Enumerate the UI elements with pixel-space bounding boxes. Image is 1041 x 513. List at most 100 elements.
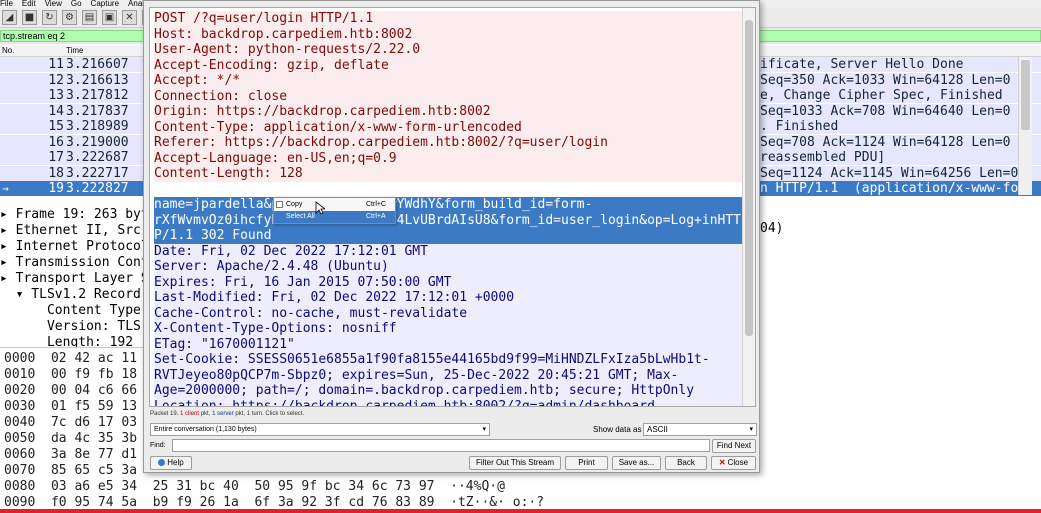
server-response-line[interactable]: Last-Modified: Fri, 02 Dec 2022 17:12:01… bbox=[154, 290, 742, 306]
hex-row: 0010 00 f9 fb 18 bbox=[4, 367, 137, 383]
detail-tree-item[interactable]: Version: TLS 1. bbox=[0, 319, 164, 335]
back-button[interactable]: Back bbox=[665, 456, 707, 470]
hex-offset: 0050 bbox=[4, 431, 36, 446]
menu-file[interactable]: File bbox=[0, 0, 13, 8]
find-input[interactable] bbox=[172, 439, 710, 452]
menu-edit[interactable]: Edit bbox=[22, 0, 36, 8]
find-label: Find: bbox=[150, 442, 166, 449]
hex-offset: 0070 bbox=[4, 463, 36, 478]
detail-tree-item[interactable]: ▸ Ethernet II, Src: bbox=[0, 223, 149, 239]
hex-bytes: 01 f5 59 13 bbox=[50, 399, 138, 414]
data-format-select[interactable]: ASCII ▾ bbox=[643, 423, 757, 436]
menu-item-select-all[interactable]: Select All Ctrl+A bbox=[274, 211, 395, 223]
hex-bytes: 7c d6 17 03 bbox=[50, 415, 138, 430]
server-response-line[interactable]: Set-Cookie: SSESS0651e6855a1f90fa8155e44… bbox=[154, 352, 742, 368]
server-response-line[interactable]: Location: https://backdrop.carpediem.htb… bbox=[154, 398, 742, 406]
server-response-line[interactable]: RVTJeyeo80pQCP7m-Sbpz0; expires=Sun, 25-… bbox=[154, 367, 742, 383]
hex-offset: 0080 bbox=[4, 479, 36, 494]
open-icon[interactable]: ▤ bbox=[82, 10, 97, 25]
packet-list-scrollbar[interactable] bbox=[1018, 57, 1032, 195]
server-response-line[interactable]: Date: Fri, 02 Dec 2022 17:12:01 GMT bbox=[154, 243, 742, 259]
packet-number: 13 bbox=[48, 88, 64, 103]
hex-ascii: ··4%Q·@ bbox=[434, 479, 505, 494]
close-icon: ✕ bbox=[718, 458, 726, 467]
server-response-line[interactable]: Server: Apache/2.4.48 (Ubuntu) bbox=[154, 259, 742, 275]
client-request-line[interactable]: Origin: https://backdrop.carpediem.htb:8… bbox=[154, 104, 742, 120]
options-icon[interactable]: ⚙ bbox=[62, 10, 77, 25]
chevron-down-icon: ▾ bbox=[482, 426, 486, 433]
server-response-line[interactable]: ETag: "1670001121" bbox=[154, 336, 742, 352]
close-button[interactable]: ✕ Close bbox=[711, 456, 756, 470]
packet-number: 17 bbox=[48, 150, 64, 165]
hex-row: 0050 da 4c 35 3b bbox=[4, 431, 137, 447]
shark-fin-icon[interactable]: ◢ bbox=[2, 10, 17, 25]
save-as-button[interactable]: Save as... bbox=[612, 456, 661, 470]
menu-view[interactable]: View bbox=[45, 0, 62, 8]
detail-tree-item[interactable]: ▸ Transmission Contr bbox=[0, 255, 157, 271]
detail-tree-item[interactable]: ▸ Internet Protocol bbox=[0, 239, 149, 255]
hex-row: 0020 00 04 c6 66 bbox=[4, 383, 137, 399]
client-request-line[interactable]: Connection: close bbox=[154, 88, 742, 104]
restart-icon[interactable]: ↻ bbox=[42, 10, 57, 25]
hex-offset: 0010 bbox=[4, 367, 36, 382]
selected-text-line[interactable]: P/1.1 302 Found bbox=[154, 228, 742, 244]
client-request-line[interactable]: User-Agent: python-requests/2.22.0 bbox=[154, 42, 742, 58]
packet-time: 3.219000 bbox=[66, 134, 129, 150]
stop-icon[interactable]: ■ bbox=[22, 10, 37, 25]
client-request-line[interactable]: Accept-Encoding: gzip, deflate bbox=[154, 57, 742, 73]
hex-ascii-area bbox=[760, 347, 1041, 513]
detail-tree-item[interactable]: Content Type: A bbox=[0, 303, 164, 319]
help-icon bbox=[158, 459, 166, 466]
hex-offset: 0060 bbox=[4, 447, 36, 462]
selected-text-line[interactable]: name=jpardella&pass=tGPN6AmJDZwYWdhY&for… bbox=[154, 197, 742, 213]
hex-row: 0040 7c d6 17 03 bbox=[4, 415, 137, 431]
packet-time: 3.217837 bbox=[66, 103, 129, 119]
server-response-line[interactable]: X-Content-Type-Options: nosniff bbox=[154, 321, 742, 337]
stream-text[interactable]: POST /?q=user/login HTTP/1.1 Host: backdr… bbox=[154, 11, 742, 406]
menu-item-copy[interactable]: Copy Ctrl+C bbox=[274, 199, 395, 211]
client-request-line[interactable]: POST /?q=user/login HTTP/1.1 bbox=[154, 11, 742, 27]
client-request-line[interactable]: Referer: https://backdrop.carpediem.htb:… bbox=[154, 135, 742, 151]
follow-tcp-stream-dialog: POST /?q=user/login HTTP/1.1 Host: backdr… bbox=[143, 0, 760, 473]
client-request-line[interactable]: Accept: */* bbox=[154, 73, 742, 89]
hex-bytes: 02 42 ac 11 bbox=[50, 351, 138, 366]
conversation-select[interactable]: Entire conversation (1,130 bytes) ▾ bbox=[150, 423, 490, 436]
stream-content-area[interactable]: POST /?q=user/login HTTP/1.1 Host: backdr… bbox=[149, 7, 756, 407]
packet-number: 18 bbox=[48, 165, 64, 181]
server-response-line[interactable]: Age=2000000; path=/; domain=.backdrop.ca… bbox=[154, 383, 742, 399]
client-request-line[interactable]: Host: backdrop.carpediem.htb:8002 bbox=[154, 26, 742, 42]
close-file-icon[interactable]: ✕ bbox=[122, 10, 137, 25]
menu-go[interactable]: Go bbox=[71, 0, 82, 8]
hex-ascii: ·tZ··&· o:·? bbox=[434, 495, 545, 510]
detail-tree-item[interactable]: ▸ Frame 19: 263 byte bbox=[0, 207, 157, 223]
client-request-line[interactable]: Accept-Language: en-US,en;q=0.9 bbox=[154, 150, 742, 166]
copy-icon bbox=[276, 201, 283, 208]
hex-bytes: f0 95 74 5a b9 f9 26 1a 6f 3a 92 3f cd 7… bbox=[50, 495, 435, 510]
hex-offset: 0030 bbox=[4, 399, 36, 414]
help-button[interactable]: Help bbox=[150, 456, 192, 470]
filter-out-stream-button[interactable]: Filter Out This Stream bbox=[469, 456, 561, 470]
column-no[interactable]: No. bbox=[2, 45, 14, 57]
selected-text-line[interactable]: rXfWvmvOz0ihcfyBBwhTF3TzC8dkPBx4LvUBrdAI… bbox=[154, 212, 742, 228]
client-request-line[interactable]: Content-Type: application/x-www-form-url… bbox=[154, 119, 742, 135]
server-response-line[interactable]: Cache-Control: no-cache, must-revalidate bbox=[154, 305, 742, 321]
hex-row: 0000 02 42 ac 11 bbox=[4, 351, 137, 367]
find-next-button[interactable]: Find Next bbox=[712, 439, 756, 453]
packet-time: 3.218989 bbox=[66, 119, 129, 134]
packet-number: 11 bbox=[48, 57, 64, 72]
packet-info: Seq=708 Ack=1124 Win=64128 Len=0 bbox=[760, 134, 1011, 150]
detail-tree-item[interactable]: ▸ Transport Layer Se bbox=[0, 271, 157, 287]
packet-number: 14 bbox=[48, 103, 64, 119]
client-request-line[interactable]: Content-Length: 128 bbox=[154, 166, 742, 182]
hex-offset: 0000 bbox=[4, 351, 36, 366]
print-button[interactable]: Print bbox=[565, 456, 608, 470]
video-progress-bar bbox=[0, 509, 1041, 513]
save-icon[interactable]: ▣ bbox=[102, 10, 117, 25]
server-response-line[interactable]: Expires: Fri, 16 Jan 2015 07:50:00 GMT bbox=[154, 274, 742, 290]
menu-capture[interactable]: Capture bbox=[91, 0, 119, 8]
column-time[interactable]: Time bbox=[66, 45, 83, 57]
packet-info: Seq=1124 Ack=1145 Win=64256 Len=0 bbox=[760, 165, 1018, 181]
detail-tree-item[interactable]: ▾ TLSv1.2 Record L bbox=[0, 287, 157, 303]
context-menu: Copy Ctrl+C Select All Ctrl+A bbox=[273, 197, 396, 224]
stream-scrollbar[interactable] bbox=[742, 8, 755, 406]
